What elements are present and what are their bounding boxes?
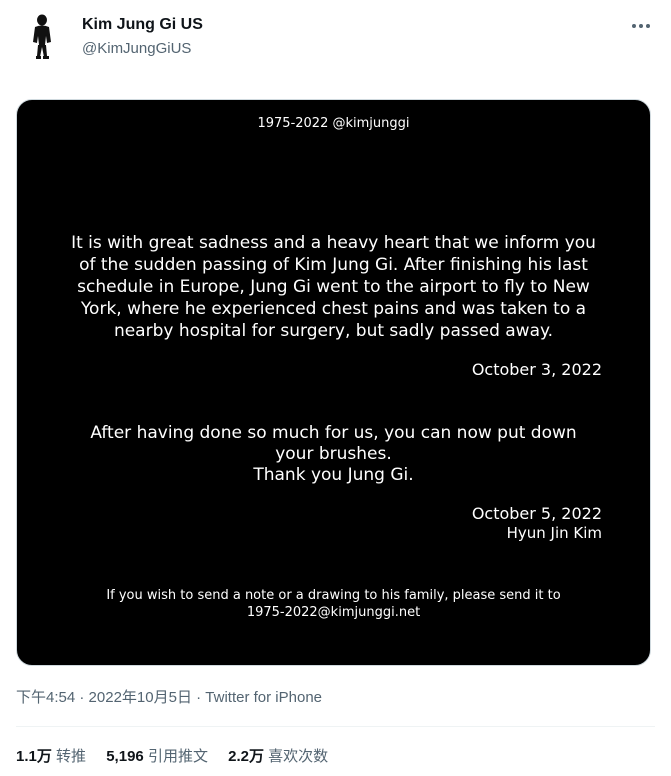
image-message-line: After having done so much for us, you ca…: [90, 423, 577, 443]
meta-separator: ·: [75, 689, 89, 706]
image-date-1: October 3, 2022: [471, 360, 602, 379]
avatar-figure-icon: [33, 14, 51, 59]
likes-stat[interactable]: 2.2万 喜欢次数: [228, 748, 328, 765]
tweet-header: Kim Jung Gi US @KimJungGiUS: [0, 0, 671, 90]
image-signature: Hyun Jin Kim: [506, 524, 602, 542]
tweet-source-link[interactable]: Twitter for iPhone: [205, 689, 322, 706]
meta-separator: ·: [191, 689, 206, 706]
image-top-label: 1975-2022 @kimjunggi: [257, 116, 410, 131]
image-paragraph-line: nearby hospital for surgery, but sadly p…: [113, 321, 554, 341]
author-handle[interactable]: @KimJungGiUS: [82, 40, 191, 57]
image-paragraph-line: of the sudden passing of Kim Jung Gi. Af…: [79, 255, 588, 275]
tweet-meta: 下午4:54 · 2022年10月5日 · Twitter for iPhone: [16, 686, 322, 707]
likes-count: 2.2万: [228, 748, 264, 765]
retweets-count: 1.1万: [16, 748, 52, 765]
likes-label: 喜欢次数: [268, 748, 329, 765]
image-paragraph-line: It is with great sadness and a heavy hea…: [71, 233, 596, 253]
quotes-count: 5,196: [106, 748, 144, 765]
image-paragraph-line: schedule in Europe, Jung Gi went to the …: [77, 277, 590, 297]
image-message-line: your brushes.: [275, 444, 392, 464]
more-options-button[interactable]: [628, 14, 654, 38]
tweet-time-link[interactable]: 下午4:54 · 2022年10月5日: [16, 689, 192, 706]
author-name[interactable]: Kim Jung Gi US: [82, 16, 203, 34]
image-footer-line: If you wish to send a note or a drawing …: [106, 588, 561, 603]
image-message-line: Thank you Jung Gi.: [253, 465, 414, 485]
image-paragraph-line: York, where he experienced chest pains a…: [80, 299, 587, 319]
image-date-2: October 5, 2022: [471, 504, 602, 523]
tweet-image[interactable]: 1975-2022 @kimjunggi It is with great sa…: [16, 99, 651, 666]
quotes-stat[interactable]: 5,196 引用推文: [106, 748, 208, 765]
image-footer-line: 1975-2022@kimjunggi.net: [246, 605, 421, 620]
tweet-date: 2022年10月5日: [88, 689, 192, 706]
tweet-time: 下午4:54: [16, 689, 76, 706]
more-horizontal-icon: [632, 24, 650, 28]
quotes-label: 引用推文: [147, 748, 208, 765]
tweet-stats: 1.1万 转推 5,196 引用推文 2.2万 喜欢次数: [16, 745, 344, 766]
retweets-label: 转推: [56, 748, 87, 765]
divider: [16, 726, 655, 727]
retweets-stat[interactable]: 1.1万 转推: [16, 748, 86, 765]
avatar[interactable]: [18, 12, 66, 60]
